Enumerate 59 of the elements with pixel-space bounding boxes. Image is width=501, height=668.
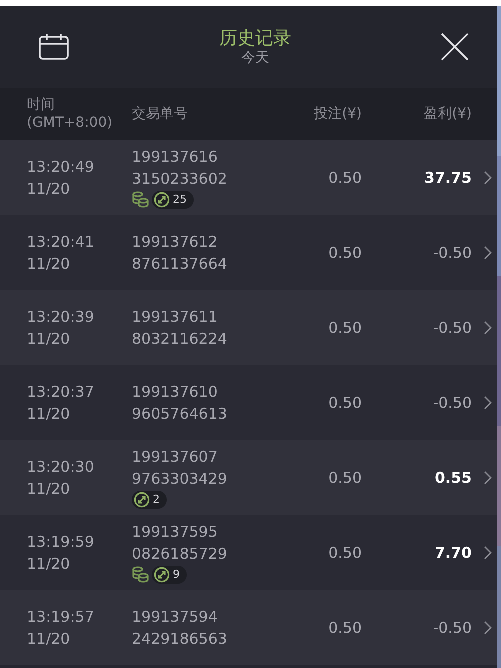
profit-amount: -0.50	[432, 244, 472, 262]
order-number: 3150233602	[132, 168, 228, 190]
column-header: 盈利(¥)	[423, 105, 472, 123]
history-row[interactable]: 13:20:49 11/20 199137616 3150233602 25 0.50 37.75	[0, 140, 497, 215]
order-number: 0826185729	[132, 544, 228, 564]
order-number: 9763303429	[132, 468, 228, 490]
time-text: 13:20:37	[27, 382, 96, 402]
bet-amount: 0.50	[328, 618, 362, 636]
badge-count: 25	[173, 193, 187, 206]
date-text: 11/20	[27, 178, 72, 200]
bet-amount: 0.50	[328, 394, 362, 412]
profit-amount: -0.50	[432, 318, 472, 336]
date-text: 11/20	[27, 478, 72, 500]
date-text: 11/20	[27, 328, 72, 350]
header-title: 历史记录	[220, 28, 292, 50]
column-header: 投注(¥)	[313, 105, 362, 123]
order-number: 199137616	[132, 146, 219, 168]
history-row[interactable]: 13:20:37 11/20 199137610 9605764613 0.50 -0.50	[0, 365, 497, 440]
profit-amount: -0.50	[432, 394, 472, 412]
profit-amount: 7.70	[434, 544, 472, 562]
order-number: 9605764613	[132, 404, 228, 424]
order-number: 199137607	[132, 446, 219, 468]
history-row[interactable]: 13:20:41 11/20 199137612 8761137664 0.50 -0.50	[0, 215, 497, 290]
time-text: 13:20:30	[27, 456, 96, 478]
order-number: 199137595	[132, 522, 219, 542]
order-number: 8761137664	[132, 254, 228, 274]
profit-amount: 37.75	[424, 168, 472, 186]
history-row[interactable]: 13:20:39 11/20 199137611 8032116224 0.50 -0.50	[0, 290, 497, 365]
order-number: 199137611	[132, 306, 219, 328]
order-number: 199137612	[132, 232, 219, 252]
column-header: 时间	[27, 96, 56, 114]
badge-count: 9	[173, 568, 180, 581]
date-text: 11/20	[27, 554, 72, 574]
column-header: (GMT+8:00)	[27, 114, 114, 132]
order-number: 8032116224	[132, 328, 228, 350]
time-text: 13:20:39	[27, 306, 96, 328]
order-number: 199137610	[132, 382, 219, 402]
bet-amount: 0.50	[328, 168, 362, 186]
bet-amount: 0.50	[328, 318, 362, 336]
date-text: 11/20	[27, 404, 72, 424]
badge-count: 2	[153, 493, 160, 506]
date-text: 11/20	[27, 254, 72, 274]
order-number: 2429186563	[132, 628, 228, 650]
time-text: 13:19:57	[27, 606, 96, 628]
time-text: 13:19:59	[27, 532, 96, 552]
column-header: 交易单号	[132, 105, 189, 123]
date-text: 11/20	[27, 628, 72, 650]
profit-amount: -0.50	[432, 618, 472, 636]
time-text: 13:20:49	[27, 156, 96, 178]
time-text: 13:20:41	[27, 232, 96, 252]
order-number: 199137594	[132, 606, 219, 628]
history-row[interactable]: 13:19:59 11/20 199137595 0826185729 9 0.50 7.70	[0, 515, 497, 590]
profit-amount: 0.55	[434, 468, 472, 486]
history-row[interactable]: 13:20:30 11/20 199137607 9763303429 2 0.50 0.55	[0, 440, 497, 515]
header-subtitle: 今天	[242, 50, 270, 66]
bet-amount: 0.50	[328, 544, 362, 562]
bet-amount: 0.50	[328, 244, 362, 262]
bet-amount: 0.50	[328, 468, 362, 486]
history-row[interactable]: 13:19:57 11/20 199137594 2429186563 0.50 -0.50	[0, 590, 497, 665]
